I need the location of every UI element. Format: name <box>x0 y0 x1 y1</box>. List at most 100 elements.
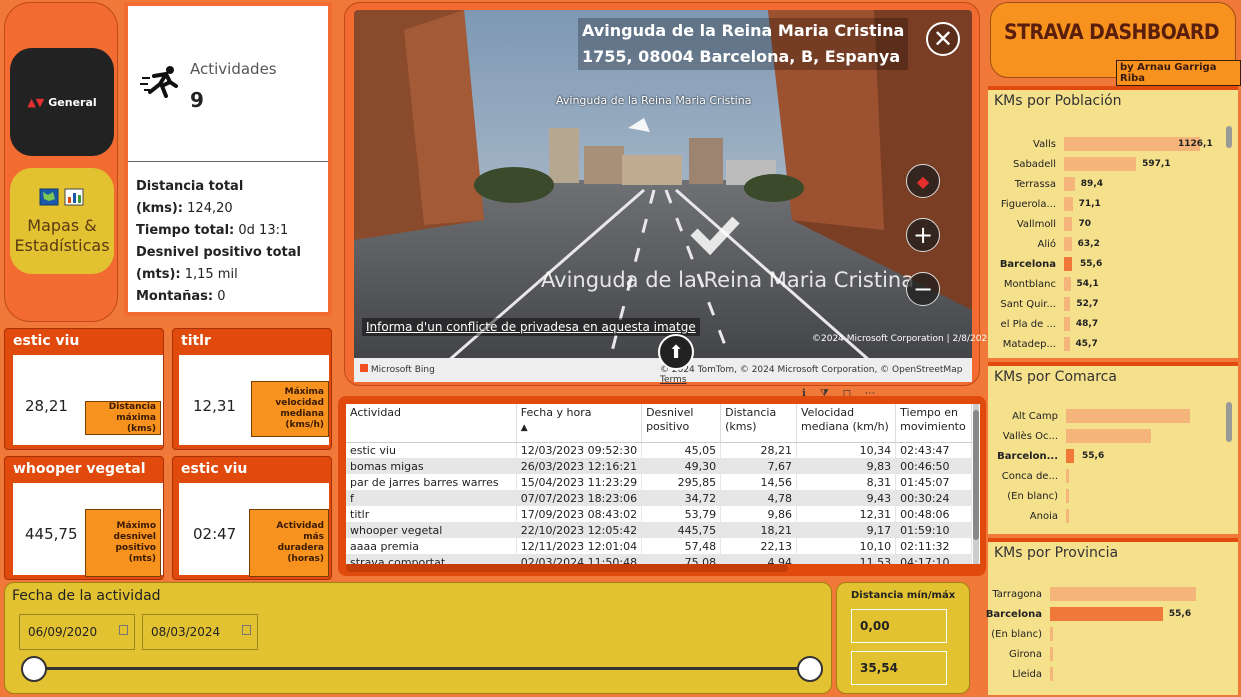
zoom-in-button[interactable]: + <box>906 218 940 252</box>
bar[interactable] <box>1064 257 1072 271</box>
table-horizontal-scrollbar[interactable] <box>346 564 788 572</box>
bar[interactable] <box>1066 429 1152 443</box>
cell: 10,34 <box>796 442 897 458</box>
date-from-input[interactable]: 06/09/2020 <box>19 614 135 650</box>
cell: 4,78 <box>720 490 798 506</box>
bar-category-label: (En blanc) <box>991 628 1042 640</box>
bar-value-label: 71,1 <box>1078 199 1101 209</box>
distance-max-input[interactable]: 35,54 <box>851 651 947 685</box>
close-icon[interactable]: ✕ <box>926 22 960 56</box>
street-label-big: Avinguda de la Reina Maria Cristina <box>541 268 915 292</box>
bar[interactable] <box>1064 197 1073 211</box>
col-header[interactable]: Fecha y hora ▲ <box>516 404 643 443</box>
date-slider-end-handle[interactable] <box>797 656 823 682</box>
bar[interactable] <box>1064 317 1070 331</box>
chart-kms-provincia: KMs por Provincia Tarragona Barcelona 55,6 (… <box>986 538 1238 695</box>
bar[interactable] <box>1066 469 1069 483</box>
bar-value-label: 1126,1 <box>1178 139 1213 149</box>
kpi-max-speed: titlr 12,31 Máxima velocidad mediana (km… <box>172 328 332 450</box>
total-time-label: Tiempo total: <box>136 223 235 238</box>
kpi-value: 28,21 <box>25 397 68 415</box>
cell: 04:17:10 <box>895 554 972 564</box>
map-icon <box>39 188 84 205</box>
cell: par de jarres barres warres <box>346 474 517 490</box>
cell: 00:46:50 <box>895 458 972 474</box>
bar-value-label: 54,1 <box>1076 279 1099 289</box>
cell: 9,86 <box>720 506 798 522</box>
kpi-tag: Actividad más duradera (horas) <box>249 509 329 577</box>
cell: whooper vegetal <box>346 522 517 538</box>
date-slicer-label: Fecha de la actividad <box>12 588 161 604</box>
maps-stats-button[interactable]: Mapas & Estadísticas <box>10 168 114 274</box>
bar[interactable] <box>1066 489 1069 503</box>
table-row[interactable]: bomas migas 26/03/2023 12:16:21 49,30 7,… <box>346 458 972 474</box>
chart-scrollbar[interactable] <box>1226 402 1232 442</box>
bar[interactable] <box>1050 667 1053 681</box>
cell: titlr <box>346 506 517 522</box>
table-row[interactable]: f 07/07/2023 18:23:06 34,72 4,78 9,43 00… <box>346 490 972 506</box>
bar[interactable] <box>1064 237 1072 251</box>
bar[interactable] <box>1050 607 1163 621</box>
cell: 02:43:47 <box>895 442 972 458</box>
terms-link[interactable]: Terms <box>660 375 687 385</box>
kpi-value: 12,31 <box>193 397 236 415</box>
bar[interactable] <box>1066 409 1190 423</box>
privacy-report-link[interactable]: Informa d'un conflicte de privadesa en a… <box>362 318 700 336</box>
date-to-input[interactable]: 08/03/2024 <box>142 614 258 650</box>
cell: 8,31 <box>796 474 897 490</box>
bar[interactable] <box>1064 337 1070 351</box>
bar[interactable] <box>1050 627 1053 641</box>
table-row[interactable]: strava comportat 02/03/2024 11:50:48 75,… <box>346 554 972 564</box>
kpi-activity-name: estic viu <box>181 461 248 477</box>
col-header[interactable]: Actividad <box>346 404 517 443</box>
bar-category-label: el Pla de ... <box>1000 318 1056 330</box>
col-header[interactable]: Distancia (kms) <box>720 404 798 443</box>
kpi-max-distance: estic viu 28,21 Distancia máxima (kms) <box>4 328 164 450</box>
date-slider-start-handle[interactable] <box>21 656 47 682</box>
calendar-icon[interactable] <box>119 625 128 635</box>
cell: 9,43 <box>796 490 897 506</box>
bar-category-label: Anoia <box>1029 510 1058 522</box>
bar[interactable] <box>1064 157 1137 171</box>
bar[interactable] <box>1064 297 1071 311</box>
bar[interactable] <box>1050 647 1053 661</box>
bar[interactable] <box>1066 449 1074 463</box>
bar[interactable] <box>1064 217 1073 231</box>
cell: 12/03/2023 09:52:30 <box>516 442 643 458</box>
bar[interactable] <box>1066 509 1069 523</box>
bar[interactable] <box>1050 587 1196 601</box>
compass-icon[interactable]: ◆ <box>906 164 940 198</box>
bar-category-label: Vallès Oc... <box>1002 430 1058 442</box>
cell: 11,53 <box>796 554 897 564</box>
total-elevation-unit: (mts): <box>136 267 181 282</box>
kpi-value: 445,75 <box>25 525 78 543</box>
table-scrollbar-thumb[interactable] <box>973 410 979 540</box>
total-elevation-value: 1,15 mil <box>184 267 238 282</box>
move-forward-icon[interactable]: ⬆ <box>658 334 694 370</box>
mountains-label: Montañas: <box>136 289 214 304</box>
date-slider-track[interactable] <box>34 667 810 670</box>
table-row[interactable]: par de jarres barres warres 15/04/2023 1… <box>346 474 972 490</box>
general-button[interactable]: ▲▼ General <box>10 48 114 156</box>
calendar-icon[interactable] <box>242 625 251 635</box>
bar-value-label: 55,6 <box>1168 609 1192 619</box>
cell: 17/09/2023 08:43:02 <box>516 506 643 522</box>
table-row[interactable]: titlr 17/09/2023 08:43:02 53,79 9,86 12,… <box>346 506 972 522</box>
zoom-out-button[interactable]: − <box>906 272 940 306</box>
col-header[interactable]: Velocidad mediana (km/h) <box>796 404 897 443</box>
distance-min-input[interactable]: 0,00 <box>851 609 947 643</box>
cell: 22,13 <box>720 538 798 554</box>
bar[interactable] <box>1064 277 1071 291</box>
chart-scrollbar[interactable] <box>1226 126 1232 148</box>
table-row[interactable]: estic viu 12/03/2023 09:52:30 45,05 28,2… <box>346 442 972 458</box>
table-row[interactable]: whooper vegetal 22/10/2023 12:05:42 445,… <box>346 522 972 538</box>
col-header[interactable]: Desnivel positivo <box>641 404 722 443</box>
bar[interactable] <box>1064 177 1075 191</box>
address-line1: Avinguda de la Reina Maria Cristina <box>582 21 905 40</box>
bar-value-label: 45,7 <box>1075 339 1098 349</box>
bar-category-label: Montblanc <box>1003 278 1056 290</box>
table-row[interactable]: aaaa premia 12/11/2023 12:01:04 57,48 22… <box>346 538 972 554</box>
summary-card: Actividades 9 Distancia total (kms): 124… <box>124 2 332 316</box>
col-header[interactable]: Tiempo en movimiento <box>895 404 972 443</box>
bar-category-label: Girona <box>1008 648 1042 660</box>
